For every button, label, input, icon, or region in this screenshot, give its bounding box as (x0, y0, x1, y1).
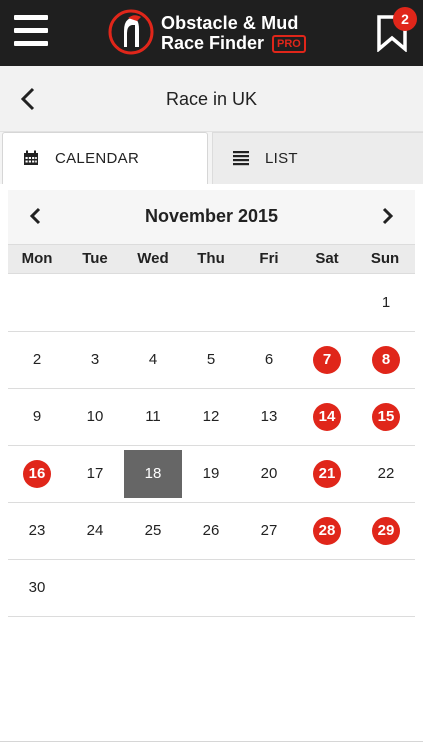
page-title: Race in UK (165, 89, 258, 109)
weekday-header: Mon Tue Wed Thu Fri Sat Sun (8, 244, 415, 274)
tab-list[interactable]: LIST (212, 132, 423, 184)
day-cell-event[interactable]: 8 (357, 332, 415, 388)
day-cell[interactable]: 19 (182, 446, 240, 502)
day-number: 25 (144, 522, 162, 539)
day-number: 29 (372, 517, 400, 546)
day-number: 19 (202, 465, 220, 482)
pro-badge: PRO (272, 35, 306, 53)
day-cell[interactable]: 10 (66, 389, 124, 445)
day-number: 16 (23, 460, 51, 489)
list-icon (233, 151, 249, 166)
next-month-chevron-icon[interactable] (379, 206, 395, 226)
day-number: 13 (260, 408, 278, 425)
calendar-week-row: 1 (8, 275, 415, 332)
day-number: 6 (264, 351, 274, 368)
day-cell[interactable]: 6 (240, 332, 298, 388)
page-header: Race in UK (0, 66, 423, 132)
day-number: 9 (32, 408, 42, 425)
day-cell[interactable]: 22 (357, 446, 415, 502)
day-number: 5 (206, 351, 216, 368)
day-cell[interactable]: 12 (182, 389, 240, 445)
day-number: 24 (86, 522, 104, 539)
day-cell[interactable]: 4 (124, 332, 182, 388)
day-cell-event[interactable]: 14 (298, 389, 356, 445)
day-cell[interactable]: 9 (8, 389, 66, 445)
day-cell[interactable]: 25 (124, 503, 182, 559)
day-cell[interactable]: 17 (66, 446, 124, 502)
day-cell-selected[interactable]: 18 (124, 450, 182, 498)
day-number: 26 (202, 522, 220, 539)
weekday-label: Wed (137, 250, 169, 267)
logo-helmet-icon (108, 9, 154, 55)
day-number: 28 (313, 517, 341, 546)
back-chevron-icon[interactable] (18, 86, 40, 112)
day-number: 2 (32, 351, 42, 368)
day-number: 18 (144, 465, 162, 482)
day-number: 27 (260, 522, 278, 539)
weekday-label: Tue (82, 250, 108, 267)
day-number: 10 (86, 408, 104, 425)
day-number: 4 (148, 351, 158, 368)
bookmark-count-badge: 2 (393, 7, 417, 31)
calendar-week-row: 2 3 4 5 6 7 8 (8, 332, 415, 389)
calendar-week-row: 16 17 18 19 20 21 22 (8, 446, 415, 503)
day-number: 1 (381, 294, 391, 311)
day-number: 15 (372, 403, 400, 432)
day-number: 21 (313, 460, 341, 489)
calendar-week-row: 30 (8, 560, 415, 617)
calendar-week-row: 23 24 25 26 27 28 29 (8, 503, 415, 560)
day-cell[interactable]: 5 (182, 332, 240, 388)
day-number: 17 (86, 465, 104, 482)
day-number: 8 (372, 346, 400, 375)
menu-icon[interactable] (14, 13, 48, 49)
calendar-icon (24, 150, 38, 165)
calendar-panel: November 2015 Mon Tue Wed Thu Fri Sat Su… (0, 184, 423, 750)
day-cell-event[interactable]: 29 (357, 503, 415, 559)
day-number: 20 (260, 465, 278, 482)
day-cell[interactable]: 2 (8, 332, 66, 388)
weekday-label: Thu (197, 250, 225, 267)
weekday-label: Sat (315, 250, 339, 267)
day-cell-event[interactable]: 15 (357, 389, 415, 445)
logo-title-line2: Race Finder (161, 33, 265, 53)
day-cell-event[interactable]: 16 (8, 446, 66, 502)
day-number: 23 (28, 522, 46, 539)
view-tabs: CALENDAR LIST (0, 132, 423, 184)
tab-calendar-label: CALENDAR (55, 150, 140, 167)
day-cell-event[interactable]: 7 (298, 332, 356, 388)
day-number: 12 (202, 408, 220, 425)
day-cell-event[interactable]: 28 (298, 503, 356, 559)
day-cell[interactable]: 13 (240, 389, 298, 445)
day-number: 22 (377, 465, 395, 482)
day-cell-event[interactable]: 21 (298, 446, 356, 502)
divider (0, 741, 423, 742)
app-logo: Obstacle & Mud Race Finder PRO (108, 6, 308, 60)
calendar-week-row: 9 10 11 12 13 14 15 (8, 389, 415, 446)
day-number: 7 (313, 346, 341, 375)
day-cell[interactable]: 26 (182, 503, 240, 559)
weekday-label: Sun (370, 250, 400, 267)
tab-list-label: LIST (265, 150, 298, 167)
day-cell[interactable]: 1 (357, 275, 415, 331)
top-bar: Obstacle & Mud Race Finder PRO 2 (0, 0, 423, 66)
day-cell[interactable]: 27 (240, 503, 298, 559)
day-cell[interactable]: 24 (66, 503, 124, 559)
month-label: November 2015 (144, 206, 279, 226)
day-cell[interactable]: 30 (8, 560, 66, 616)
calendar-header: November 2015 (8, 190, 415, 244)
weekday-label: Mon (21, 250, 53, 267)
weekday-label: Fri (259, 250, 279, 267)
day-number: 30 (28, 579, 46, 596)
day-cell[interactable]: 3 (66, 332, 124, 388)
day-number: 3 (90, 351, 100, 368)
day-cell[interactable]: 23 (8, 503, 66, 559)
logo-title-line1: Obstacle & Mud (161, 13, 299, 33)
day-cell[interactable]: 11 (124, 389, 182, 445)
day-number: 11 (145, 408, 161, 425)
tab-calendar[interactable]: CALENDAR (2, 132, 208, 184)
day-number: 14 (313, 403, 341, 432)
day-cell[interactable]: 20 (240, 446, 298, 502)
